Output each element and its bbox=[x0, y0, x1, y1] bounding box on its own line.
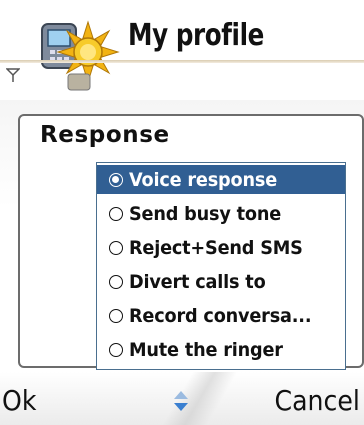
option-label: Send busy tone bbox=[129, 202, 282, 225]
profile-sun-phone-icon bbox=[41, 20, 120, 91]
page-title: My profile bbox=[128, 18, 264, 53]
title-bar: My profile bbox=[0, 0, 364, 100]
option-reject-send-sms[interactable]: Reject+Send SMS bbox=[97, 233, 345, 262]
ok-softkey[interactable]: Ok bbox=[2, 384, 36, 417]
radio-empty-icon bbox=[109, 342, 123, 357]
options-list[interactable]: Voice response Send busy tone Reject+Sen… bbox=[96, 162, 346, 370]
option-divert-calls[interactable]: Divert calls to bbox=[97, 267, 345, 296]
main-area: Response Voice response Send busy tone R… bbox=[0, 100, 364, 370]
radio-empty-icon bbox=[109, 274, 123, 289]
radio-empty-icon bbox=[109, 206, 123, 221]
option-voice-response[interactable]: Voice response bbox=[97, 165, 345, 194]
option-label: Mute the ringer bbox=[129, 338, 283, 361]
option-send-busy-tone[interactable]: Send busy tone bbox=[97, 199, 345, 228]
setting-label: Response bbox=[40, 122, 170, 148]
option-label: Reject+Send SMS bbox=[129, 236, 303, 259]
option-label: Record conversa... bbox=[129, 304, 312, 327]
option-mute-ringer[interactable]: Mute the ringer bbox=[97, 335, 345, 364]
option-label: Divert calls to bbox=[129, 270, 266, 293]
option-record-conversation[interactable]: Record conversa... bbox=[97, 301, 345, 330]
signal-antenna-icon bbox=[6, 68, 20, 82]
cancel-softkey[interactable]: Cancel bbox=[275, 384, 360, 417]
up-down-scroll-icon bbox=[174, 391, 188, 411]
title-divider bbox=[0, 60, 364, 63]
option-label: Voice response bbox=[129, 168, 278, 191]
radio-empty-icon bbox=[109, 308, 123, 323]
softkey-bar: Ok Cancel bbox=[0, 372, 364, 425]
softkey-swoosh bbox=[140, 372, 260, 425]
radio-empty-icon bbox=[109, 240, 123, 255]
radio-selected-icon bbox=[109, 172, 123, 187]
